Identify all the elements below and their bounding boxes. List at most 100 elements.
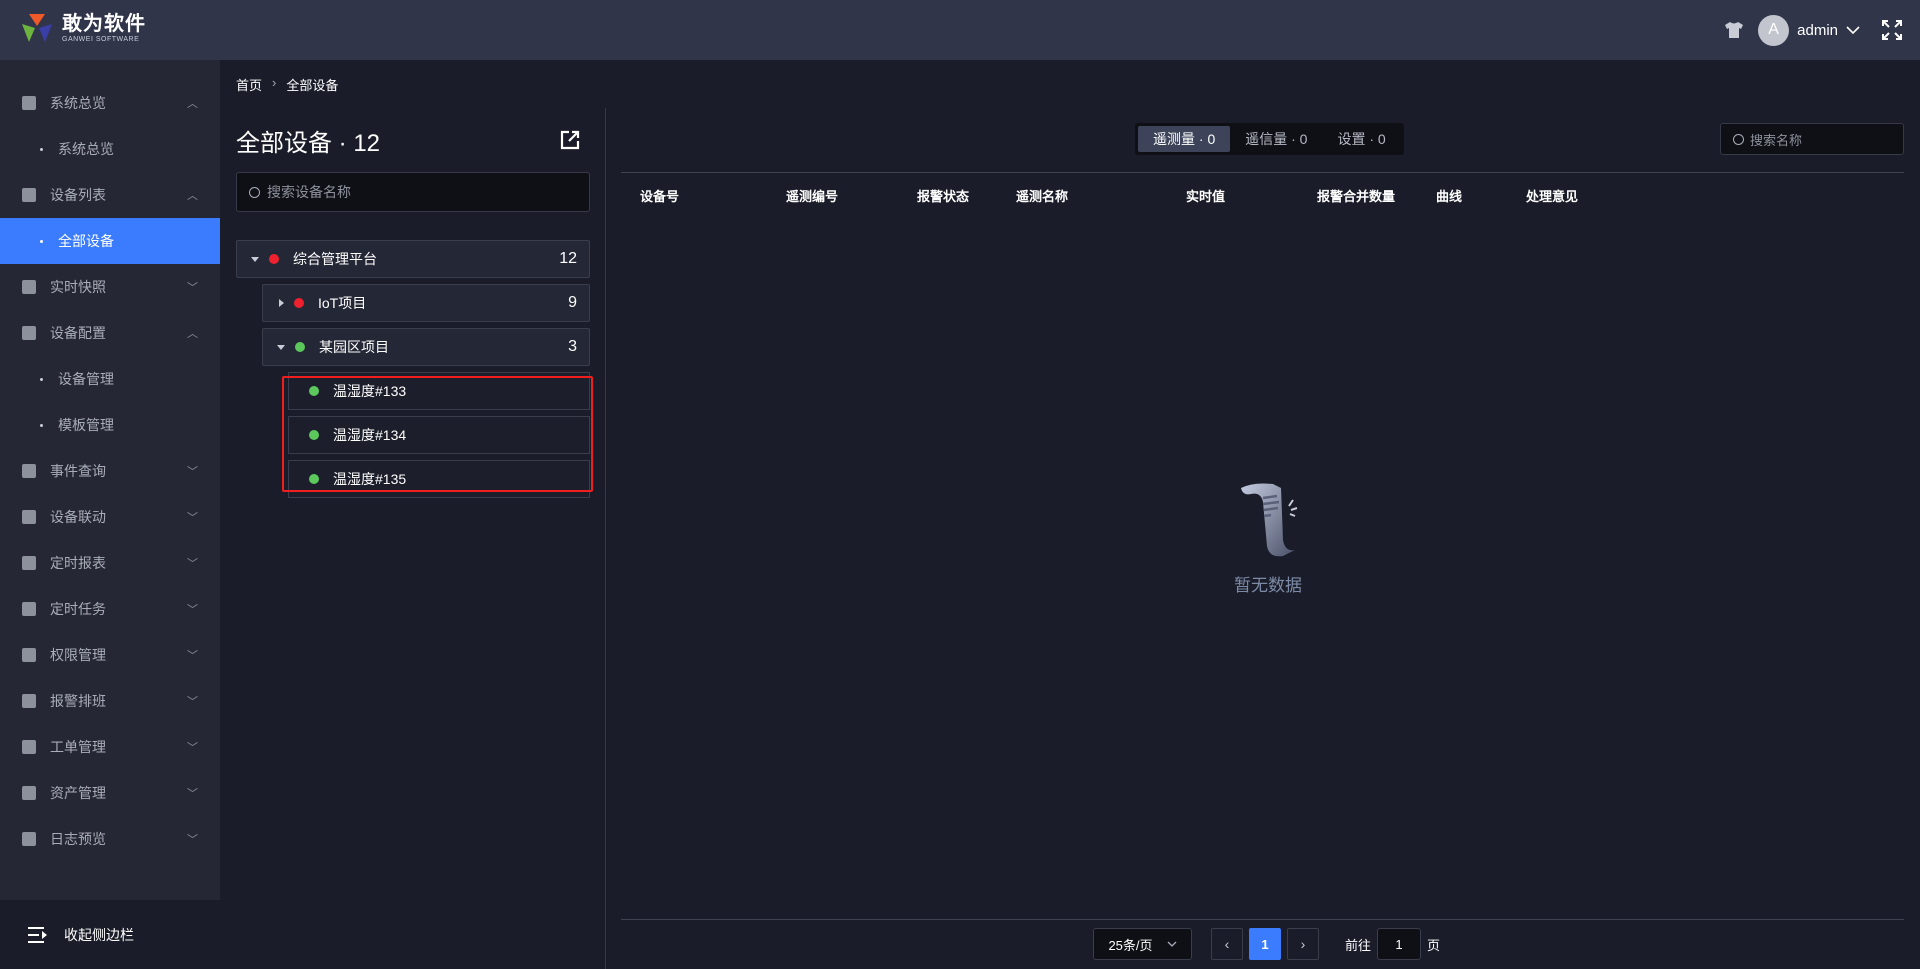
tab-telemetry[interactable]: 遥测量 · 0 — [1138, 126, 1231, 152]
panel-divider — [605, 108, 606, 969]
menu-icon — [22, 326, 36, 340]
chevron-down-icon — [1846, 25, 1860, 34]
prev-page-button[interactable]: ‹ — [1211, 928, 1243, 960]
sidebar-item[interactable]: 设备联动 ﹀ — [0, 494, 220, 540]
sidebar-item[interactable]: 实时快照 ﹀ — [0, 264, 220, 310]
search-icon — [249, 186, 260, 198]
menu-icon — [22, 464, 36, 478]
external-link-icon[interactable] — [560, 130, 580, 150]
sidebar-item[interactable]: 报警排班 ﹀ — [0, 678, 220, 724]
menu-icon — [22, 556, 36, 570]
tree-node-platform[interactable]: 综合管理平台 12 — [236, 240, 590, 278]
chevron-down-icon — [1167, 941, 1176, 947]
sidebar-item-label: 全部设备 — [58, 233, 114, 249]
chevron-left-icon: ‹ — [1224, 936, 1230, 952]
menu-icon — [22, 188, 36, 202]
column-header: 曲线 — [1436, 189, 1463, 204]
breadcrumb: 首页 › 全部设备 — [236, 75, 338, 94]
bullet-icon — [40, 239, 43, 243]
sidebar-subitem[interactable]: 全部设备 — [0, 218, 220, 264]
menu-icon — [22, 510, 36, 524]
avatar: A — [1758, 14, 1790, 46]
page-size-select[interactable]: 25条/页 — [1093, 928, 1192, 960]
chevron-up-icon[interactable]: ︿ — [187, 325, 198, 341]
sidebar-item-label: 系统总览 — [58, 141, 114, 157]
chevron-up-icon[interactable]: ︿ — [187, 187, 198, 203]
chevron-down-icon[interactable]: ﹀ — [187, 693, 198, 709]
collapse-sidebar-button[interactable]: 收起侧边栏 — [0, 900, 220, 969]
chevron-down-icon[interactable]: ﹀ — [187, 785, 198, 801]
skin-theme-icon[interactable] — [1724, 21, 1744, 39]
top-header: 敢为软件 GANWEI SOFTWARE A admin — [0, 0, 1920, 60]
sidebar-item-label: 设备配置 — [50, 325, 106, 341]
menu-icon — [22, 96, 36, 110]
chevron-down-icon[interactable]: ﹀ — [187, 279, 198, 295]
chevron-down-icon[interactable]: ﹀ — [187, 601, 198, 617]
device-search-placeholder: 搜索设备名称 — [267, 184, 351, 200]
highlight-box — [282, 376, 593, 492]
sidebar-item[interactable]: 资产管理 ﹀ — [0, 770, 220, 816]
next-page-button[interactable]: › — [1287, 928, 1319, 960]
point-type-tabs: 遥测量 · 0 遥信量 · 0 设置 · 0 — [1135, 123, 1404, 155]
column-header: 遥测名称 — [1016, 189, 1069, 204]
tree-node-iot[interactable]: IoT项目 9 — [262, 284, 590, 322]
chevron-down-icon[interactable]: ﹀ — [187, 739, 198, 755]
sidebar-item[interactable]: 定时报表 ﹀ — [0, 540, 220, 586]
menu-icon — [22, 786, 36, 800]
sidebar-subitem[interactable]: 设备管理 — [0, 356, 220, 402]
tree-node-label: 综合管理平台 — [293, 251, 377, 267]
chevron-down-icon[interactable]: ﹀ — [187, 463, 198, 479]
username: admin — [1797, 21, 1838, 39]
sidebar-item-label: 模板管理 — [58, 417, 114, 433]
collapse-caret-icon[interactable] — [279, 299, 284, 307]
breadcrumb-separator-icon: › — [272, 75, 277, 90]
sidebar-item-label: 资产管理 — [50, 785, 106, 801]
tree-node-count: 12 — [559, 250, 577, 267]
sidebar-item-label: 设备管理 — [58, 371, 114, 387]
sidebar-subitem[interactable]: 系统总览 — [0, 126, 220, 172]
sidebar-subitem[interactable]: 模板管理 — [0, 402, 220, 448]
chevron-right-icon: › — [1300, 936, 1306, 952]
tree-node-label: IoT项目 — [318, 295, 367, 311]
tab-telesignal[interactable]: 遥信量 · 0 — [1230, 126, 1322, 152]
sidebar-item-label: 日志预览 — [50, 831, 106, 847]
page-suffix: 页 — [1427, 937, 1441, 953]
page-button-current[interactable]: 1 — [1249, 928, 1281, 960]
breadcrumb-current: 全部设备 — [286, 78, 339, 93]
name-search-placeholder: 搜索名称 — [1750, 132, 1803, 148]
device-search-input[interactable]: 搜索设备名称 — [236, 172, 590, 212]
sidebar-item-label: 权限管理 — [50, 647, 106, 663]
search-icon — [1733, 133, 1744, 145]
status-dot-alarm — [269, 254, 279, 264]
sidebar-item[interactable]: 定时任务 ﹀ — [0, 586, 220, 632]
chevron-down-icon[interactable]: ﹀ — [187, 831, 198, 847]
sidebar-item[interactable]: 工单管理 ﹀ — [0, 724, 220, 770]
collapse-sidebar-label: 收起侧边栏 — [64, 926, 134, 943]
name-search-input[interactable]: 搜索名称 — [1720, 123, 1904, 155]
sidebar-item[interactable]: 系统总览 ︿ — [0, 80, 220, 126]
column-header: 处理意见 — [1526, 189, 1579, 204]
sidebar-item[interactable]: 事件查询 ﹀ — [0, 448, 220, 494]
sidebar-item[interactable]: 设备配置 ︿ — [0, 310, 220, 356]
breadcrumb-home[interactable]: 首页 — [236, 75, 262, 94]
column-header: 报警合并数量 — [1317, 189, 1396, 204]
tree-node-park[interactable]: 某园区项目 3 — [262, 328, 590, 366]
expand-caret-icon[interactable] — [277, 344, 285, 350]
chevron-down-icon[interactable]: ﹀ — [187, 509, 198, 525]
goto-page-input[interactable]: 1 — [1377, 928, 1421, 960]
sidebar-item[interactable]: 权限管理 ﹀ — [0, 632, 220, 678]
empty-text: 暂无数据 — [1234, 576, 1302, 595]
sidebar-item[interactable]: 设备列表 ︿ — [0, 172, 220, 218]
chevron-up-icon[interactable]: ︿ — [187, 95, 198, 111]
tab-settings[interactable]: 设置 · 0 — [1322, 126, 1400, 152]
chevron-down-icon[interactable]: ﹀ — [187, 555, 198, 571]
sidebar: 系统总览 ︿ 系统总览设备列表 ︿ 全部设备实时快照 ﹀ 设备配置 ︿ 设备管理模板管理事件查询… — [0, 60, 220, 900]
sidebar-item[interactable]: 日志预览 ﹀ — [0, 816, 220, 862]
chevron-down-icon[interactable]: ﹀ — [187, 647, 198, 663]
user-menu[interactable]: A admin — [1758, 14, 1860, 46]
expand-caret-icon[interactable] — [251, 256, 259, 262]
tree-node-count: 3 — [568, 338, 577, 355]
menu-icon — [22, 694, 36, 708]
fullscreen-icon[interactable] — [1882, 20, 1902, 40]
tree-node-count: 9 — [568, 294, 577, 311]
